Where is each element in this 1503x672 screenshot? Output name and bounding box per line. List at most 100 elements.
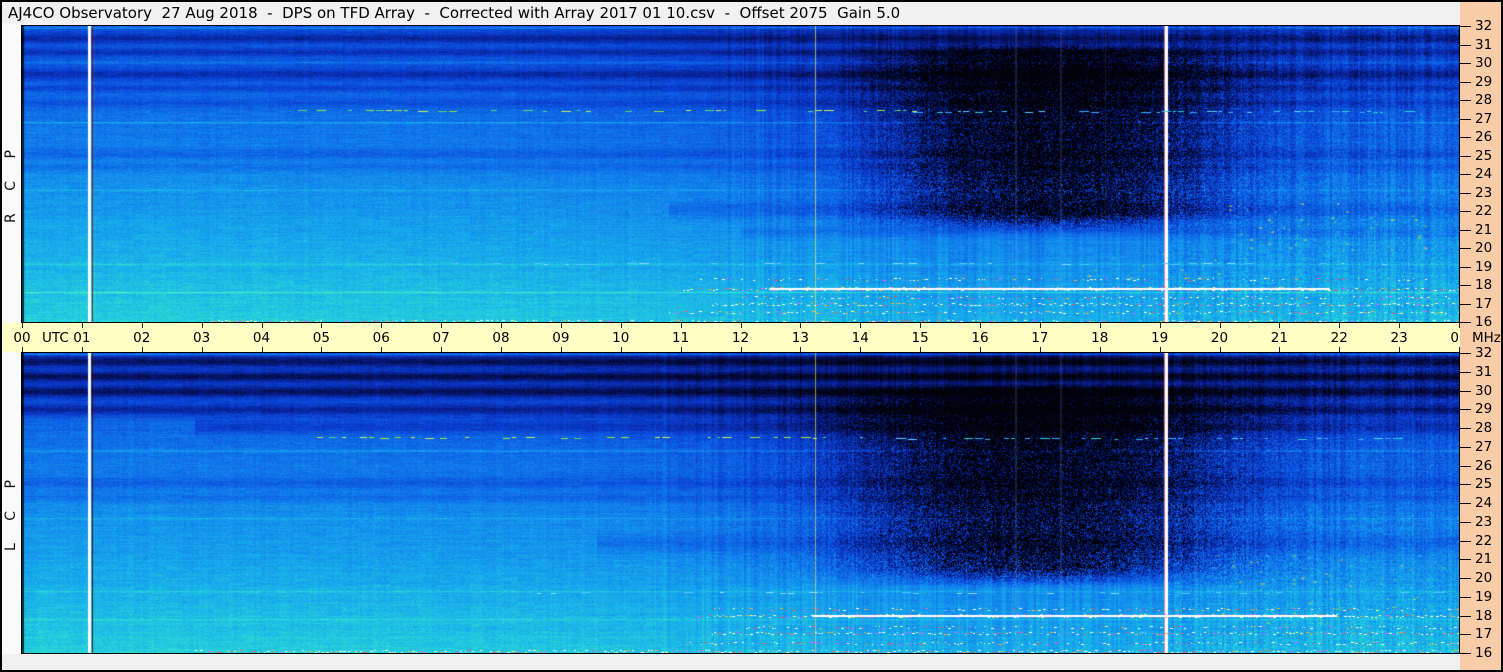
freq-tick-label: 20 (1475, 240, 1493, 256)
freq-tick-label: 17 (1475, 626, 1493, 643)
freq-tick-label: 32 (1475, 345, 1493, 361)
freq-tick-label: 23 (1475, 513, 1493, 530)
hour-tick-label: 18 (1091, 330, 1109, 346)
freq-tick-label: 24 (1475, 495, 1493, 511)
freq-tick (1460, 615, 1471, 617)
freq-tick-label: 30 (1475, 55, 1493, 71)
freq-tick-label: 19 (1475, 258, 1493, 275)
freq-tick (1460, 634, 1471, 636)
freq-tick-label: 19 (1475, 588, 1493, 605)
freq-tick (1460, 81, 1471, 83)
freq-tick-label: 16 (1475, 645, 1493, 661)
freq-tick (1460, 521, 1471, 523)
hour-tick (22, 323, 23, 328)
freq-tick-label: 31 (1475, 363, 1493, 380)
freq-tick (1460, 44, 1471, 46)
freq-tick (1460, 540, 1471, 542)
freq-tick-label: 21 (1475, 551, 1493, 568)
hour-tick (441, 323, 443, 328)
hour-tick (81, 323, 83, 328)
lcp-panel-label: L C P (3, 471, 19, 551)
title-bar: AJ4CO Observatory 27 Aug 2018 - DPS on T… (2, 2, 1460, 23)
lcp-spectrogram-canvas (22, 353, 1459, 653)
freq-tick-label: 20 (1475, 570, 1493, 586)
freq-tick-label: 23 (1475, 184, 1493, 201)
time-axis: UTC 00 01 02 03 04 05 06 07 08 09 10 11 12 13 14 15 16 17… (2, 323, 1468, 352)
hour-tick (1159, 323, 1161, 328)
hour-tick (1219, 323, 1221, 328)
hour-tick (680, 323, 682, 328)
hour-tick-label: 20 (1210, 330, 1229, 346)
freq-tick (1460, 211, 1471, 212)
hour-tick-label: 12 (731, 330, 750, 346)
freq-tick (1460, 303, 1471, 305)
freq-tick (1460, 26, 1471, 27)
mhz-axis-label: MHz (1472, 330, 1501, 346)
hour-tick-label: 13 (791, 330, 809, 346)
hour-tick-label: 22 (1330, 330, 1348, 346)
hour-tick-label: 16 (971, 330, 989, 346)
freq-tick (1460, 353, 1471, 354)
hour-tick (1099, 323, 1101, 328)
hour-tick (201, 323, 203, 328)
hour-tick (920, 323, 922, 328)
freq-tick (1460, 322, 1471, 323)
hour-tick-label: 15 (911, 330, 929, 346)
freq-tick-label: 17 (1475, 295, 1493, 312)
freq-tick-label: 28 (1475, 420, 1493, 436)
rcp-panel-label: R C P (3, 141, 19, 223)
freq-tick-label: 28 (1475, 92, 1493, 108)
freq-tick-label: 32 (1475, 18, 1493, 34)
freq-tick (1460, 559, 1471, 561)
freq-tick-label: 24 (1475, 166, 1493, 182)
hour-tick (800, 323, 802, 328)
hour-tick (1279, 323, 1281, 328)
hour-tick (560, 323, 562, 328)
freq-tick-label: 25 (1475, 476, 1493, 493)
hour-tick (261, 323, 263, 328)
freq-tick-label: 18 (1475, 607, 1493, 624)
hour-tick-label: 01 (73, 330, 91, 346)
hour-tick-label: 10 (612, 330, 630, 346)
hour-tick-label: 07 (432, 330, 450, 346)
hour-tick (740, 323, 742, 328)
bottom-margin (2, 654, 1460, 670)
hour-tick (1039, 323, 1041, 328)
hour-tick-label: 05 (312, 330, 330, 346)
hour-tick (1339, 323, 1341, 328)
freq-tick (1460, 137, 1471, 138)
lcp-spectrogram-panel (21, 352, 1460, 654)
freq-tick-label: 26 (1475, 129, 1493, 145)
freq-tick (1460, 484, 1471, 486)
freq-tick-label: 22 (1475, 203, 1493, 219)
freq-tick (1460, 409, 1471, 411)
hour-tick-label: 02 (133, 330, 151, 346)
freq-tick (1460, 446, 1471, 448)
hour-tick-label: 17 (1031, 330, 1049, 346)
hour-tick (381, 323, 383, 328)
freq-tick (1460, 428, 1471, 429)
freq-tick (1460, 285, 1471, 286)
hour-tick (860, 323, 862, 328)
hour-tick-label: 21 (1270, 330, 1288, 346)
freq-tick (1460, 390, 1471, 392)
freq-tick (1460, 118, 1471, 120)
hour-tick-label: 14 (851, 330, 869, 346)
hour-tick (980, 323, 981, 328)
freq-tick-label: 27 (1475, 438, 1493, 455)
freq-tick (1460, 155, 1471, 157)
hour-tick-label: 00 (13, 330, 31, 346)
freq-tick (1460, 266, 1471, 268)
hour-tick (1399, 323, 1401, 328)
hour-tick (141, 323, 143, 328)
freq-tick-label: 21 (1475, 221, 1493, 238)
freq-tick (1460, 596, 1471, 598)
freq-tick (1460, 248, 1471, 249)
freq-tick-label: 22 (1475, 532, 1493, 549)
freq-tick (1460, 371, 1471, 373)
freq-tick-label: 27 (1475, 110, 1493, 127)
utc-axis-label: UTC (42, 330, 69, 346)
freq-tick-label: 26 (1475, 457, 1493, 474)
freq-tick (1460, 174, 1471, 175)
freq-tick (1460, 578, 1471, 579)
